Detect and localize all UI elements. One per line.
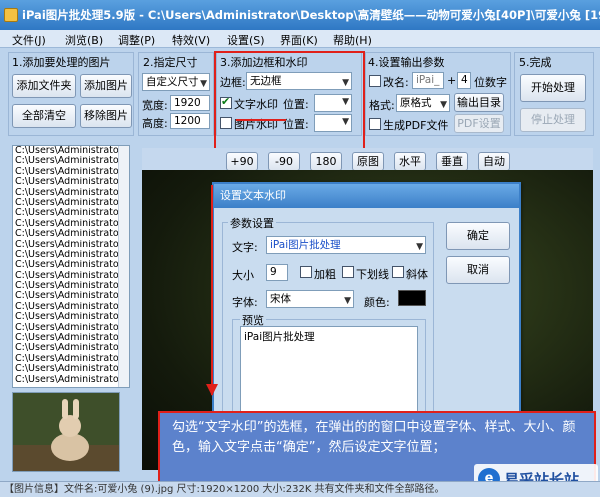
status-text: 【图片信息】文件名:可爱小兔 (9).jpg 尺寸:1920×1200 大小:2… xyxy=(4,484,445,495)
arrow-head-icon xyxy=(206,384,218,396)
callout-text: 勾选“文字水印”的选框，在弹出的的窗口中设置字体、样式、大小、颜色，输入文字点击… xyxy=(172,420,576,455)
status-bar: 【图片信息】文件名:可爱小兔 (9).jpg 尺寸:1920×1200 大小:2… xyxy=(0,481,600,497)
